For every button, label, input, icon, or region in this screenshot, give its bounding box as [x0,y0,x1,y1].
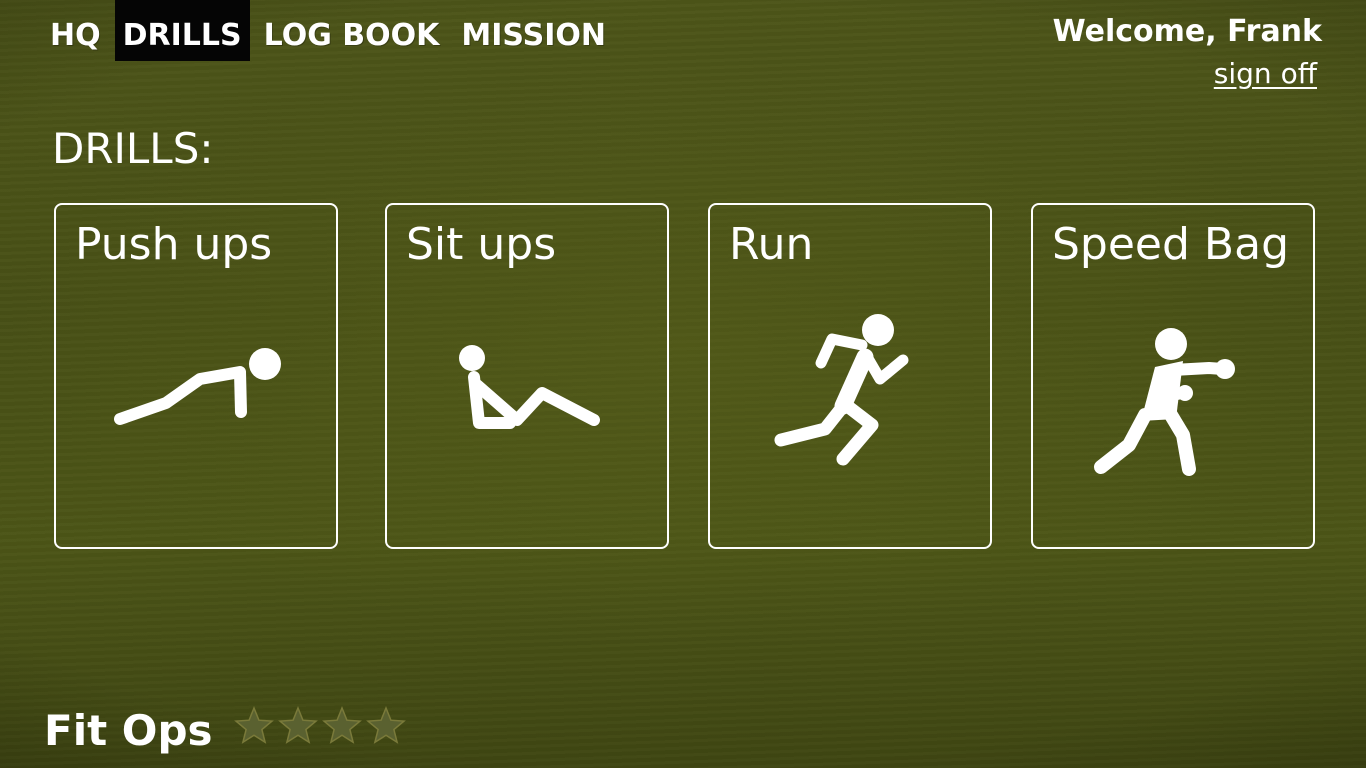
sign-off-link[interactable]: sign off [1214,57,1317,90]
star-icon [322,705,362,744]
star-icon [278,705,318,744]
drill-card-speed-bag[interactable]: Speed Bag [1031,203,1315,549]
drill-card-push-ups[interactable]: Push ups [54,203,338,549]
fit-ops-logo: Fit Ops [44,706,213,755]
nav-mission[interactable]: MISSION [453,0,614,61]
boxing-icon [1094,328,1235,476]
nav-drills[interactable]: DRILLS [114,0,250,61]
nav-hq[interactable]: HQ [42,0,109,61]
sit-up-icon [459,345,600,429]
welcome-message: Welcome, Frank [1052,14,1322,49]
drill-card-run[interactable]: Run [708,203,992,549]
run-icon [774,314,909,466]
main-nav: HQ DRILLS LOG BOOK MISSION [42,0,620,61]
rank-stars [232,704,408,748]
drill-card-sit-ups[interactable]: Sit ups [385,203,669,549]
nav-log-book[interactable]: LOG BOOK [256,0,448,61]
page-title: DRILLS: [52,124,214,173]
star-icon [234,705,274,744]
push-up-icon [114,348,281,425]
star-icon [366,705,406,744]
